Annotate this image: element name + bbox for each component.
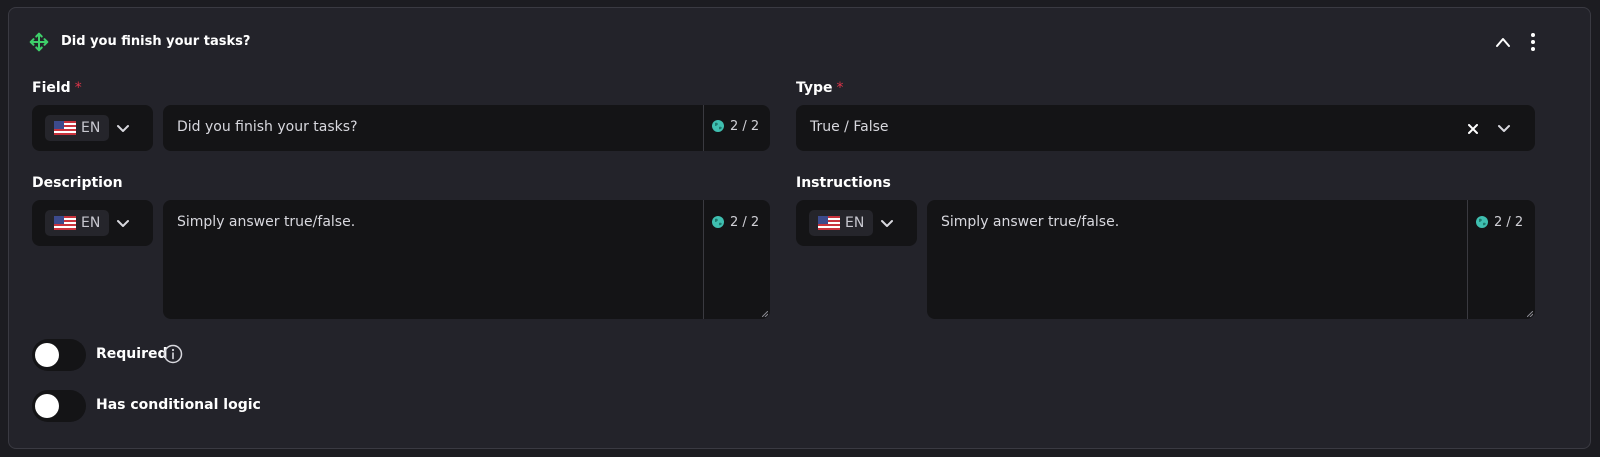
toggle-knob <box>35 343 59 367</box>
form-field-card: Did you finish your tasks? Field * EN Di… <box>8 7 1591 449</box>
divider <box>1467 200 1468 319</box>
field-input-value[interactable]: Did you finish your tasks? <box>177 119 358 135</box>
field-language-select[interactable]: EN <box>32 105 153 151</box>
card-header[interactable]: Did you finish your tasks? <box>9 8 1590 78</box>
language-code: EN <box>81 215 101 231</box>
us-flag-icon <box>54 121 76 135</box>
field-label: Field * <box>32 80 82 96</box>
instructions-textarea[interactable]: Simply answer true/false. 2 / 2 <box>927 200 1535 319</box>
toggle-knob <box>35 394 59 418</box>
translation-counter: 2 / 2 <box>712 215 759 230</box>
card-title: Did you finish your tasks? <box>61 34 251 49</box>
globe-icon <box>712 216 724 228</box>
required-asterisk: * <box>836 80 844 96</box>
globe-icon <box>712 120 724 132</box>
move-icon[interactable] <box>28 31 50 53</box>
language-code: EN <box>81 120 101 136</box>
conditional-logic-toggle[interactable] <box>32 390 86 422</box>
field-label-text: Field <box>32 80 71 96</box>
us-flag-icon <box>54 216 76 230</box>
translation-counter: 2 / 2 <box>712 119 759 134</box>
us-flag-icon <box>818 216 840 230</box>
counter-text: 2 / 2 <box>730 119 760 134</box>
chevron-down-icon[interactable] <box>880 219 894 229</box>
divider <box>703 105 704 151</box>
instructions-value[interactable]: Simply answer true/false. <box>941 214 1119 230</box>
description-value[interactable]: Simply answer true/false. <box>177 214 355 230</box>
language-code: EN <box>845 215 865 231</box>
required-toggle-label: Required <box>96 346 168 362</box>
conditional-logic-toggle-label: Has conditional logic <box>96 397 261 413</box>
type-select[interactable]: True / False <box>796 105 1535 151</box>
globe-icon <box>1476 216 1488 228</box>
chevron-down-icon[interactable] <box>116 219 130 229</box>
resize-handle-icon[interactable] <box>762 311 768 317</box>
counter-text: 2 / 2 <box>1494 215 1524 230</box>
language-pill: EN <box>45 115 109 141</box>
language-pill: EN <box>45 210 109 236</box>
description-language-select[interactable]: EN <box>32 200 153 246</box>
instructions-language-select[interactable]: EN <box>796 200 917 246</box>
chevron-up-icon[interactable] <box>1494 34 1512 50</box>
type-label-text: Type <box>796 80 833 96</box>
resize-handle-icon[interactable] <box>1527 311 1533 317</box>
description-label: Description <box>32 175 123 191</box>
divider <box>703 200 704 319</box>
description-textarea[interactable]: Simply answer true/false. 2 / 2 <box>163 200 770 319</box>
clear-icon[interactable] <box>1468 124 1478 134</box>
chevron-down-icon[interactable] <box>1497 124 1511 134</box>
chevron-down-icon[interactable] <box>116 124 130 134</box>
translation-counter: 2 / 2 <box>1476 215 1523 230</box>
required-toggle[interactable] <box>32 339 86 371</box>
language-pill: EN <box>809 210 873 236</box>
counter-text: 2 / 2 <box>730 215 760 230</box>
required-asterisk: * <box>74 80 82 96</box>
instructions-label: Instructions <box>796 175 891 191</box>
type-select-value: True / False <box>810 119 889 135</box>
kebab-menu-icon[interactable] <box>1524 32 1542 52</box>
field-input[interactable]: Did you finish your tasks? 2 / 2 <box>163 105 770 151</box>
info-icon[interactable] <box>163 344 183 364</box>
type-label: Type * <box>796 80 844 96</box>
